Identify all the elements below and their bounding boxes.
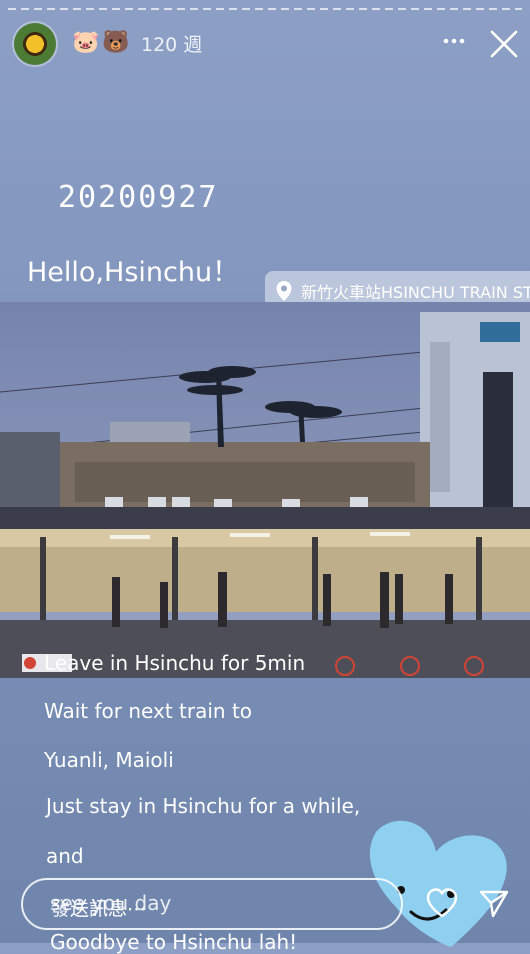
reply-placeholder: 發送訊息⋯ xyxy=(51,898,147,920)
caption-line-1: Leave in Hsinchu for 5min xyxy=(44,651,306,675)
story-header: 🐷 🐻 120 週 xyxy=(0,18,530,70)
caption-line-4: Just stay in Hsinchu for a while, xyxy=(46,794,361,818)
caption-line-2: Wait for next train to xyxy=(44,699,253,723)
like-heart-icon[interactable] xyxy=(425,887,459,919)
caption-line-5: and xyxy=(46,844,84,868)
send-icon[interactable] xyxy=(478,889,510,919)
profile-avatar[interactable] xyxy=(14,23,56,65)
close-icon[interactable] xyxy=(489,29,519,59)
train-station-photo xyxy=(0,302,530,678)
caption-line-6: Goodbye to Hsinchu lah! xyxy=(50,930,298,954)
location-pin-icon xyxy=(276,281,292,301)
location-label: 新竹火車站HSINCHU TRAIN STATION xyxy=(301,283,530,302)
reply-message-input[interactable]: 發送訊息⋯ xyxy=(21,878,403,930)
caption-line-3: Yuanli, Maioli xyxy=(44,748,174,772)
bear-emoji: 🐻 xyxy=(102,30,130,55)
story-progress-bar xyxy=(8,8,522,10)
story-age: 120 週 xyxy=(141,34,203,56)
pig-emoji: 🐷 xyxy=(72,30,100,55)
story-date-text: 20200927 xyxy=(58,180,219,215)
story-greeting-text: Hello,Hsinchu！ xyxy=(27,257,240,288)
more-options-icon[interactable] xyxy=(442,28,466,54)
